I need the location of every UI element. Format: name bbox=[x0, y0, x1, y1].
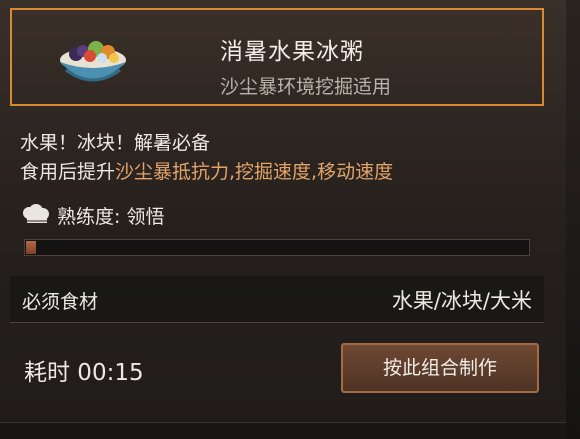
chef-hat-icon bbox=[23, 204, 49, 223]
description-line-2: 食用后提升沙尘暴抵抗力,挖掘速度,移动速度 bbox=[20, 157, 393, 184]
recipe-header[interactable]: 消暑水果冰粥 沙尘暴环境挖掘适用 bbox=[10, 8, 544, 106]
craft-button[interactable]: 按此组合制作 bbox=[341, 343, 539, 393]
recipe-title: 消暑水果冰粥 bbox=[220, 39, 364, 65]
ingredients-row: 必须食材 水果/冰块/大米 bbox=[10, 276, 544, 323]
panel-edge bbox=[566, 0, 580, 438]
proficiency-text: 熟练度: 领悟 bbox=[57, 206, 165, 228]
proficiency-bar-fill bbox=[26, 241, 36, 254]
proficiency-bar bbox=[24, 239, 530, 256]
description-line-1: 水果！冰块！解暑必备 bbox=[20, 132, 211, 154]
description-prefix: 食用后提升 bbox=[20, 161, 116, 183]
next-panel-edge bbox=[0, 422, 566, 439]
recipe-subtitle: 沙尘暴环境挖掘适用 bbox=[220, 76, 392, 98]
fruit-ice-porridge-bowl-icon bbox=[60, 41, 126, 82]
craft-time: 耗时 00:15 bbox=[24, 360, 144, 386]
description-buffs: 沙尘暴抵抗力,挖掘速度,移动速度 bbox=[115, 161, 394, 183]
ingredients-label: 必须食材 bbox=[22, 291, 99, 313]
ingredients-value: 水果/冰块/大米 bbox=[391, 289, 532, 313]
